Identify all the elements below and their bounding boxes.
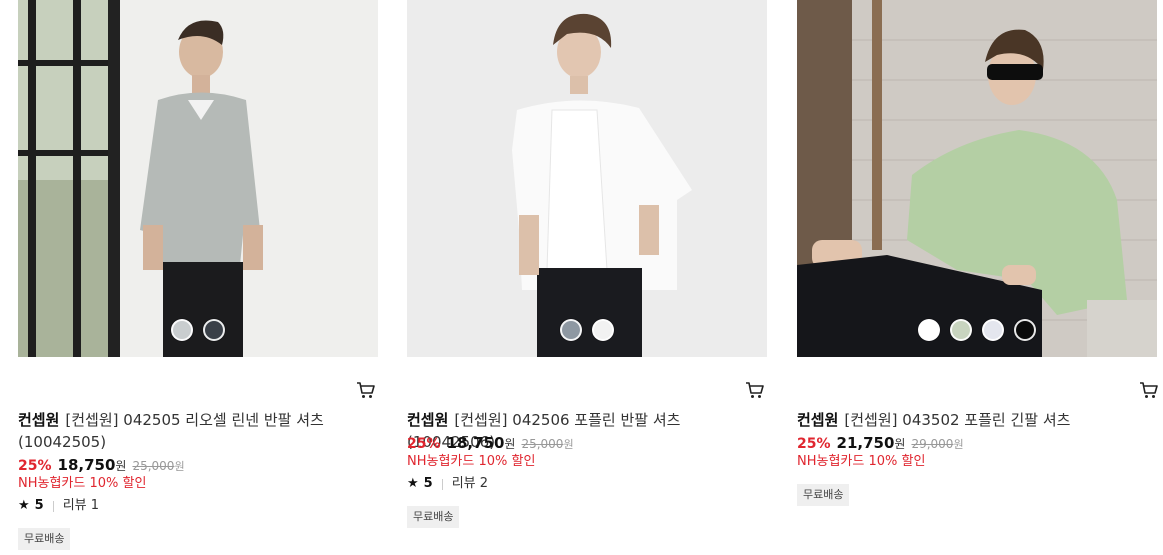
price-unit: 원: [504, 437, 516, 451]
star-icon: ★: [18, 498, 30, 513]
product-title: [컨셉원] 043502 포플린 긴팔 셔츠: [844, 411, 1071, 429]
color-swatch-3[interactable]: [982, 319, 1004, 341]
card-discount-promo: NH농협카드 10% 할인: [797, 454, 926, 469]
product-image[interactable]: [797, 0, 1157, 357]
product-card[interactable]: 컨셉원 [컨셉원] 043502 포플린 긴팔 셔츠 25% 21,750원 29,0…: [797, 0, 1159, 555]
product-image[interactable]: [18, 0, 378, 357]
free-shipping-badge: 무료배송: [18, 528, 71, 550]
product-card[interactable]: 컨셉원 [컨셉원] 042505 리오셀 린넨 반팔 셔츠 (10042505) …: [18, 0, 378, 555]
card-discount-promo: NH농협카드 10% 할인: [18, 476, 147, 491]
color-swatch-2[interactable]: [950, 319, 972, 341]
free-shipping-badge: 무료배송: [407, 506, 460, 528]
color-swatch-2[interactable]: [203, 319, 225, 341]
color-swatch-1[interactable]: [171, 319, 193, 341]
divider: [52, 500, 54, 512]
cart-icon[interactable]: [745, 381, 765, 399]
product-card[interactable]: 컨셉원 [컨셉원] 042506 포플린 반팔 셔츠 (10042506) 25%…: [407, 0, 767, 555]
original-price: 25,000: [132, 459, 175, 473]
price-row: 25% 18,750원 25,000원: [18, 455, 185, 477]
color-swatch-1[interactable]: [918, 319, 940, 341]
price-unit: 원: [894, 437, 906, 451]
original-price-unit: 원: [563, 438, 574, 451]
rating-row: ★ 5 리뷰 2: [407, 475, 488, 493]
price-row: 25% 21,750원 29,000원: [797, 433, 964, 455]
brand-name: 컨셉원: [18, 411, 60, 429]
product-image[interactable]: [407, 0, 767, 357]
review-count: 리뷰 1: [62, 498, 100, 513]
discount-rate: 25%: [18, 458, 52, 474]
price-row: 25% 18,750원 25,000원: [407, 433, 574, 455]
brand-name: 컨셉원: [407, 411, 449, 429]
original-price: 25,000: [521, 437, 564, 451]
rating-score: 5: [423, 476, 433, 491]
divider: [441, 478, 443, 490]
product-name[interactable]: 컨셉원 [컨셉원] 042505 리오셀 린넨 반팔 셔츠 (10042505): [18, 409, 358, 453]
color-swatch-2[interactable]: [592, 319, 614, 341]
sale-price: 18,750: [57, 456, 116, 474]
original-price-unit: 원: [174, 460, 185, 473]
rating-row: ★ 5 리뷰 1: [18, 497, 99, 515]
sale-price: 18,750: [446, 434, 505, 452]
discount-rate: 25%: [407, 436, 441, 452]
color-swatch-4[interactable]: [1014, 319, 1036, 341]
star-icon: ★: [407, 476, 419, 491]
cart-icon[interactable]: [356, 381, 376, 399]
product-title: [컨셉원] 042505 리오셀 린넨 반팔 셔츠 (10042505): [18, 411, 324, 451]
product-name[interactable]: 컨셉원 [컨셉원] 043502 포플린 긴팔 셔츠: [797, 409, 1137, 431]
color-swatch-1[interactable]: [560, 319, 582, 341]
sale-price: 21,750: [836, 434, 895, 452]
rating-score: 5: [34, 498, 44, 513]
brand-name: 컨셉원: [797, 411, 839, 429]
price-unit: 원: [115, 459, 127, 473]
cart-icon[interactable]: [1139, 381, 1159, 399]
discount-rate: 25%: [797, 436, 831, 452]
review-count: 리뷰 2: [451, 476, 489, 491]
free-shipping-badge: 무료배송: [797, 484, 850, 506]
card-discount-promo: NH농협카드 10% 할인: [407, 454, 536, 469]
original-price-unit: 원: [953, 438, 964, 451]
original-price: 29,000: [911, 437, 954, 451]
